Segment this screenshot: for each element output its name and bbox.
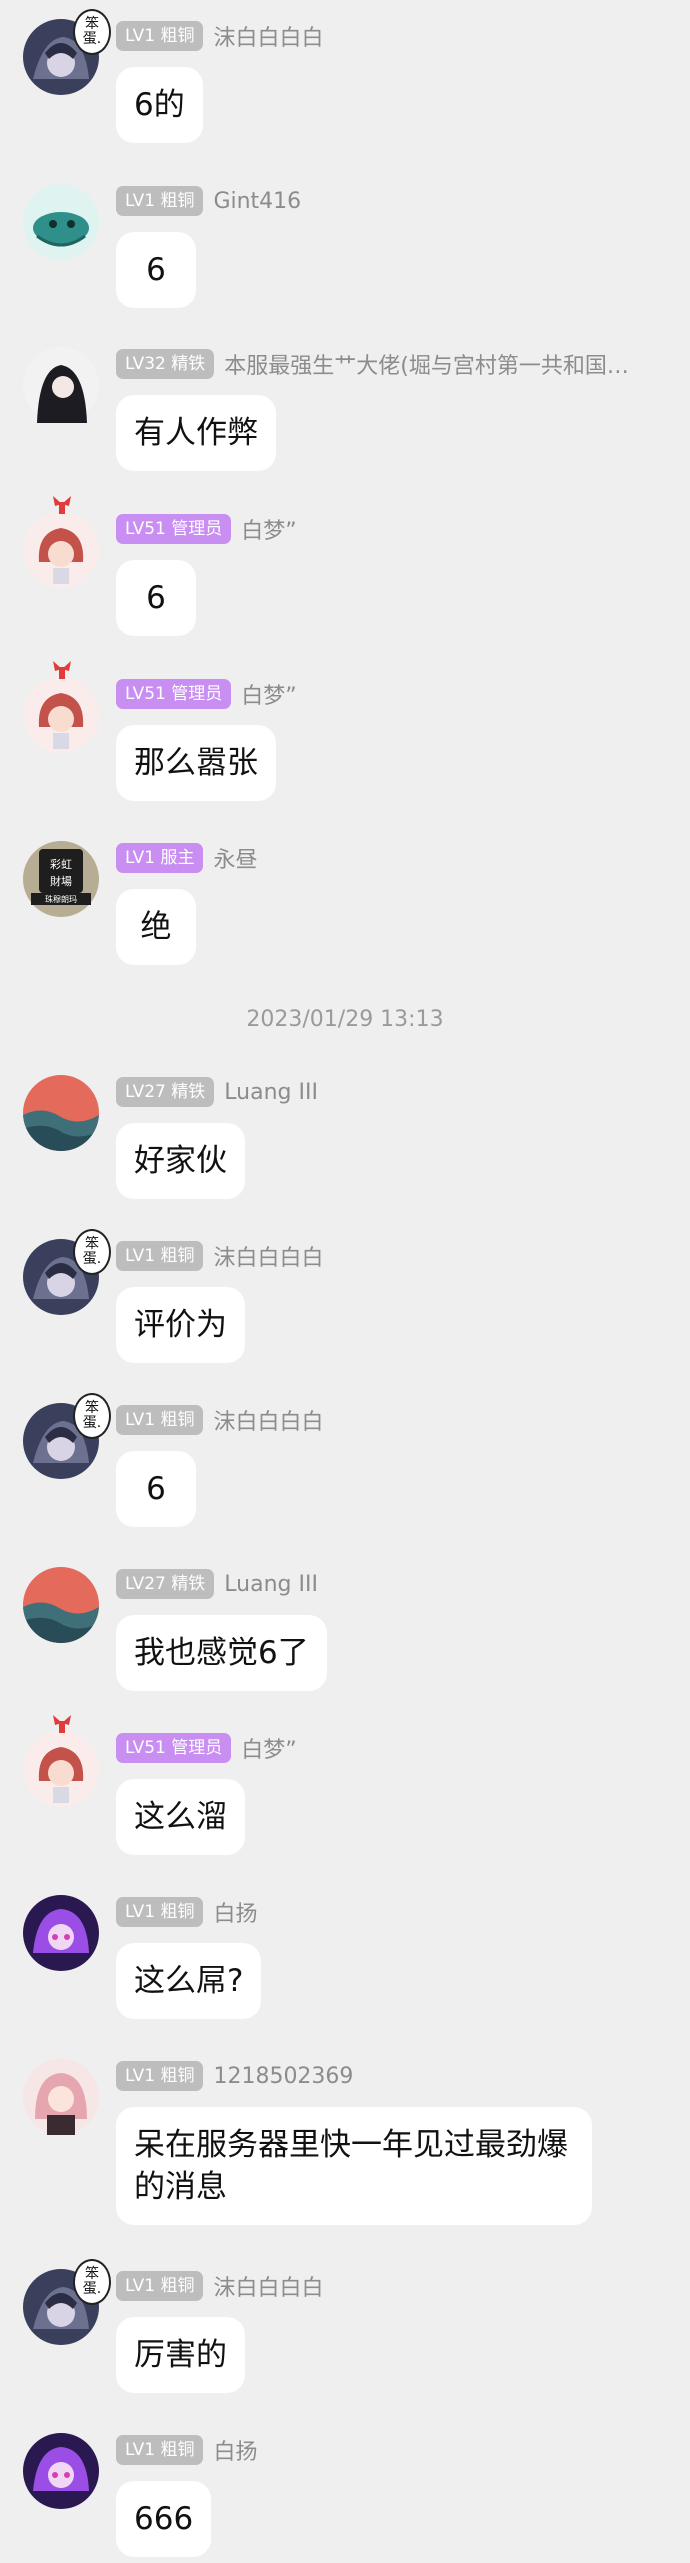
message-meta: LV1 粗铜 沫白白白白 bbox=[116, 20, 323, 52]
nickname[interactable]: 白梦” bbox=[241, 678, 296, 710]
message-meta: LV1 粗铜 沫白白白白 bbox=[116, 1240, 323, 1272]
nickname[interactable]: 本服最强生艹大佬(堀与宫村第一共和国… bbox=[224, 348, 629, 380]
nickname[interactable]: Luang III bbox=[224, 1080, 318, 1105]
avatar[interactable]: 笨 蛋. bbox=[23, 2259, 111, 2345]
level-badge: LV1 粗铜 bbox=[116, 1897, 204, 1927]
level-badge: LV51 管理员 bbox=[116, 514, 232, 544]
message-bubble[interactable]: 好家伙 bbox=[116, 1123, 245, 1199]
level-badge: LV1 粗铜 bbox=[116, 2061, 204, 2091]
message-bubble[interactable]: 这么溜 bbox=[116, 1779, 245, 1855]
message-meta: LV1 粗铜 Gint416 bbox=[116, 185, 301, 217]
purple-girl-avatar-icon bbox=[23, 1895, 99, 1971]
message-meta: LV51 管理员 白梦” bbox=[116, 513, 297, 545]
message-bubble[interactable]: 绝 bbox=[116, 889, 196, 965]
pink-hair-girl-avatar-icon bbox=[23, 2059, 99, 2135]
gift-bow-icon bbox=[53, 496, 71, 514]
message-meta: LV1 粗铜 1218502369 bbox=[116, 2060, 353, 2092]
speech-bubble-sticker: 笨 蛋. bbox=[73, 1393, 111, 1439]
message-bubble[interactable]: 6的 bbox=[116, 67, 203, 143]
dark-hair-girl-avatar-icon bbox=[23, 347, 99, 423]
level-badge: LV1 粗铜 bbox=[116, 2435, 204, 2465]
sign-text: 彩虹 bbox=[50, 858, 72, 871]
message-bubble[interactable]: 666 bbox=[116, 2481, 212, 2557]
nickname[interactable]: 沫白白白白 bbox=[213, 20, 323, 52]
avatar[interactable]: 笨 蛋. bbox=[23, 9, 111, 95]
message-bubble[interactable]: 有人作弊 bbox=[116, 395, 276, 471]
nickname[interactable]: 白梦” bbox=[241, 1732, 296, 1764]
level-badge: LV51 管理员 bbox=[116, 679, 232, 709]
nickname[interactable]: 白扬 bbox=[213, 2434, 257, 2466]
avatar[interactable] bbox=[23, 347, 99, 423]
message-meta: LV1 粗铜 沫白白白白 bbox=[116, 1404, 323, 1436]
message-meta: LV1 粗铜 白扬 bbox=[116, 2434, 257, 2466]
sign-text: 珠穆朗玛 bbox=[45, 894, 77, 904]
sign-board-avatar-icon: 彩虹 財場 珠穆朗玛 bbox=[23, 841, 99, 917]
chat-history[interactable]: 笨 蛋. LV1 粗铜 沫白白白白 6的 LV1 粗铜 Gint416 6 LV… bbox=[0, 0, 690, 2563]
nickname[interactable]: 白扬 bbox=[213, 1896, 257, 1928]
avatar[interactable] bbox=[23, 1567, 99, 1643]
message-bubble[interactable]: 我也感觉6了 bbox=[116, 1615, 327, 1691]
message-meta: LV1 服主 永昼 bbox=[116, 842, 257, 874]
level-badge: LV1 粗铜 bbox=[116, 1241, 204, 1271]
avatar[interactable]: 笨 蛋. bbox=[23, 1229, 111, 1315]
sea-sunset-avatar-icon bbox=[23, 1075, 99, 1151]
avatar[interactable] bbox=[23, 496, 99, 588]
message-meta: LV51 管理员 白梦” bbox=[116, 1732, 297, 1764]
message-meta: LV27 精铁 Luang III bbox=[116, 1076, 318, 1108]
speech-bubble-sticker: 笨 蛋. bbox=[73, 1229, 111, 1275]
message-bubble[interactable]: 评价为 bbox=[116, 1287, 245, 1363]
avatar[interactable] bbox=[23, 2433, 99, 2509]
message-meta: LV32 精铁 本服最强生艹大佬(堀与宫村第一共和国… bbox=[116, 348, 629, 380]
level-badge: LV27 精铁 bbox=[116, 1569, 215, 1599]
gift-bow-icon bbox=[53, 661, 71, 679]
level-badge: LV1 粗铜 bbox=[116, 2271, 204, 2301]
message-bubble[interactable]: 6 bbox=[116, 1451, 196, 1527]
red-hair-girl-avatar-icon bbox=[23, 1731, 99, 1807]
message-bubble[interactable]: 厉害的 bbox=[116, 2317, 245, 2393]
nickname[interactable]: 白梦” bbox=[241, 513, 296, 545]
message-bubble[interactable]: 呆在服务器里快一年见过最劲爆的消息 bbox=[116, 2107, 592, 2225]
sea-sunset-avatar-icon bbox=[23, 1567, 99, 1643]
avatar[interactable] bbox=[23, 1715, 99, 1807]
red-hair-girl-avatar-icon bbox=[23, 677, 99, 753]
message-bubble[interactable]: 那么嚣张 bbox=[116, 725, 276, 801]
message-meta: LV1 粗铜 白扬 bbox=[116, 1896, 257, 1928]
level-badge: LV1 服主 bbox=[116, 843, 204, 873]
avatar[interactable] bbox=[23, 184, 99, 260]
avatar[interactable]: 彩虹 財場 珠穆朗玛 bbox=[23, 841, 99, 917]
message-bubble[interactable]: 6 bbox=[116, 232, 196, 308]
nickname[interactable]: Luang III bbox=[224, 1572, 318, 1597]
speech-bubble-sticker: 笨 蛋. bbox=[73, 9, 111, 55]
green-creature-avatar-icon bbox=[23, 184, 99, 260]
message-meta: LV1 粗铜 沫白白白白 bbox=[116, 2270, 323, 2302]
nickname[interactable]: 沫白白白白 bbox=[213, 2270, 323, 2302]
sign-text: 財場 bbox=[50, 874, 72, 888]
level-badge: LV1 粗铜 bbox=[116, 21, 204, 51]
nickname[interactable]: 沫白白白白 bbox=[213, 1404, 323, 1436]
level-badge: LV51 管理员 bbox=[116, 1733, 232, 1763]
purple-girl-avatar-icon bbox=[23, 2433, 99, 2509]
gift-bow-icon bbox=[53, 1715, 71, 1733]
avatar[interactable]: 笨 蛋. bbox=[23, 1393, 111, 1479]
message-bubble[interactable]: 6 bbox=[116, 560, 196, 636]
nickname[interactable]: Gint416 bbox=[213, 189, 301, 214]
avatar[interactable] bbox=[23, 1895, 99, 1971]
speech-bubble-sticker: 笨 蛋. bbox=[73, 2259, 111, 2305]
avatar[interactable] bbox=[23, 1075, 99, 1151]
time-divider: 2023/01/29 13:13 bbox=[246, 1007, 444, 1032]
nickname[interactable]: 沫白白白白 bbox=[213, 1240, 323, 1272]
level-badge: LV1 粗铜 bbox=[116, 1405, 204, 1435]
avatar[interactable] bbox=[23, 2059, 99, 2135]
nickname[interactable]: 永昼 bbox=[213, 842, 257, 874]
message-bubble[interactable]: 这么屌? bbox=[116, 1943, 262, 2019]
avatar[interactable] bbox=[23, 661, 99, 753]
message-meta: LV51 管理员 白梦” bbox=[116, 678, 297, 710]
level-badge: LV1 粗铜 bbox=[116, 186, 204, 216]
nickname[interactable]: 1218502369 bbox=[213, 2064, 353, 2089]
red-hair-girl-avatar-icon bbox=[23, 512, 99, 588]
level-badge: LV32 精铁 bbox=[116, 349, 215, 379]
level-badge: LV27 精铁 bbox=[116, 1077, 215, 1107]
message-meta: LV27 精铁 Luang III bbox=[116, 1568, 318, 1600]
